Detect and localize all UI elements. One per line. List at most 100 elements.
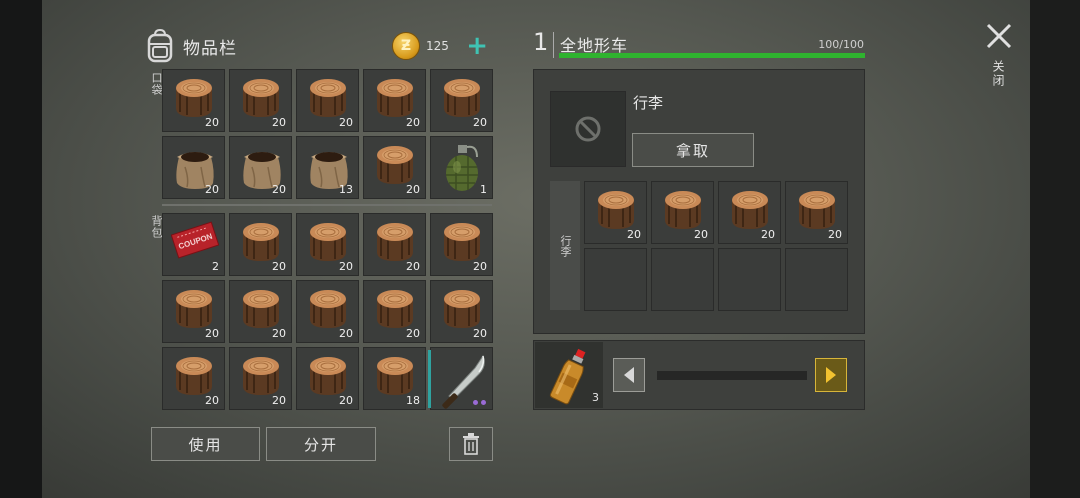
durability-bar [559, 53, 865, 58]
slider-left-button[interactable] [613, 358, 645, 392]
wood-log-icon [243, 290, 279, 328]
wood-log-icon [176, 79, 212, 117]
inventory-slot[interactable]: 20 [718, 181, 781, 244]
inventory-slot[interactable]: 20 [162, 280, 225, 343]
use-button[interactable]: 使用 [151, 427, 260, 461]
luggage-title: 行李 [633, 94, 664, 112]
screen-edge-left [0, 0, 42, 498]
coin-amount: 125 [426, 39, 449, 53]
item-count: 20 [828, 228, 842, 241]
add-coins-button[interactable]: + [466, 32, 488, 60]
item-count: 20 [406, 260, 420, 273]
item-count: 20 [406, 116, 420, 129]
inventory-slot[interactable]: 20 [785, 181, 848, 244]
inventory-slot[interactable]: 13 [296, 136, 359, 199]
inventory-slot[interactable]: 20 [363, 69, 426, 132]
inventory-slot[interactable]: 20 [584, 181, 647, 244]
inventory-slot[interactable]: 20 [363, 136, 426, 199]
wood-log-icon [732, 191, 768, 229]
inventory-slot[interactable] [428, 347, 493, 410]
wood-log-icon [310, 223, 346, 261]
split-button[interactable]: 分开 [266, 427, 376, 461]
close-label[interactable]: 关闭 [990, 60, 1007, 88]
wood-log-icon [665, 191, 701, 229]
locked-slot [550, 91, 626, 167]
section-divider [162, 204, 492, 206]
inventory-slot[interactable]: 20 [296, 69, 359, 132]
item-count: 20 [627, 228, 641, 241]
item-count: 20 [339, 116, 353, 129]
item-count: 20 [272, 327, 286, 340]
arrow-right-icon [826, 367, 836, 383]
item-count: 1 [480, 183, 487, 196]
close-icon[interactable] [983, 20, 1015, 52]
wood-log-icon [377, 290, 413, 328]
take-button[interactable]: 拿取 [632, 133, 754, 167]
inventory-slot[interactable]: 20 [296, 213, 359, 276]
blocked-icon [575, 116, 601, 142]
wood-log-icon [176, 357, 212, 395]
item-count: 20 [205, 327, 219, 340]
luggage-column-label: 行李 [559, 234, 572, 257]
coupon-icon: COUPON [171, 221, 219, 259]
inventory-slot[interactable]: 20 [229, 347, 292, 410]
wood-log-icon [598, 191, 634, 229]
fuel-bottle-icon [549, 348, 586, 405]
empty-luggage-slot[interactable] [718, 248, 781, 311]
fuel-slot[interactable]: 3 [535, 342, 603, 408]
inventory-slot[interactable]: 20 [229, 136, 292, 199]
item-count: 20 [272, 394, 286, 407]
item-count: 20 [339, 260, 353, 273]
inventory-slot[interactable]: 20 [363, 280, 426, 343]
wood-log-icon [243, 79, 279, 117]
empty-luggage-slot[interactable] [584, 248, 647, 311]
grenade-icon [446, 145, 478, 191]
wood-log-icon [243, 357, 279, 395]
wood-log-icon [444, 223, 480, 261]
wood-log-icon [444, 79, 480, 117]
wood-log-icon [377, 146, 413, 184]
item-count: 20 [473, 116, 487, 129]
inventory-slot[interactable]: 20 [430, 213, 493, 276]
wood-log-icon [310, 357, 346, 395]
wood-log-icon [377, 79, 413, 117]
inventory-slot[interactable]: COUPON 2 [162, 213, 225, 276]
wood-log-icon [310, 290, 346, 328]
slider-right-button[interactable] [815, 358, 847, 392]
inventory-slot[interactable]: 1 [430, 136, 493, 199]
rarity-dots [473, 400, 487, 405]
inventory-slot[interactable]: 20 [162, 69, 225, 132]
empty-luggage-slot[interactable] [785, 248, 848, 311]
inventory-slot[interactable]: 20 [430, 280, 493, 343]
coin-counter: Ƶ 125 + [392, 32, 492, 60]
empty-luggage-slot[interactable] [651, 248, 714, 311]
vehicle-durability-text: 100/100 [818, 38, 864, 51]
inventory-slot[interactable]: 20 [229, 280, 292, 343]
trash-icon [463, 433, 479, 455]
item-count: 20 [339, 394, 353, 407]
quantity-slider[interactable] [657, 371, 807, 380]
wood-log-icon [243, 223, 279, 261]
inventory-slot[interactable]: 20 [363, 213, 426, 276]
item-count: 20 [205, 116, 219, 129]
item-count: 20 [339, 327, 353, 340]
inventory-slot[interactable]: 20 [296, 280, 359, 343]
wood-log-icon [176, 290, 212, 328]
inventory-slot[interactable]: 20 [162, 347, 225, 410]
inventory-slot[interactable]: 18 [363, 347, 426, 410]
arrow-left-icon [624, 367, 634, 383]
inventory-slot[interactable]: 20 [229, 213, 292, 276]
item-count: 13 [339, 183, 353, 196]
inventory-slot[interactable]: 20 [229, 69, 292, 132]
coin-icon: Ƶ [392, 32, 420, 60]
item-count: 20 [473, 327, 487, 340]
inventory-slot[interactable]: 20 [430, 69, 493, 132]
wood-log-icon [377, 357, 413, 395]
wood-log-icon [444, 290, 480, 328]
inventory-slot[interactable]: 20 [296, 347, 359, 410]
discard-button[interactable] [449, 427, 493, 461]
durability-bar-fill [559, 53, 865, 58]
inventory-slot[interactable]: 20 [162, 136, 225, 199]
wood-log-icon [799, 191, 835, 229]
inventory-slot[interactable]: 20 [651, 181, 714, 244]
